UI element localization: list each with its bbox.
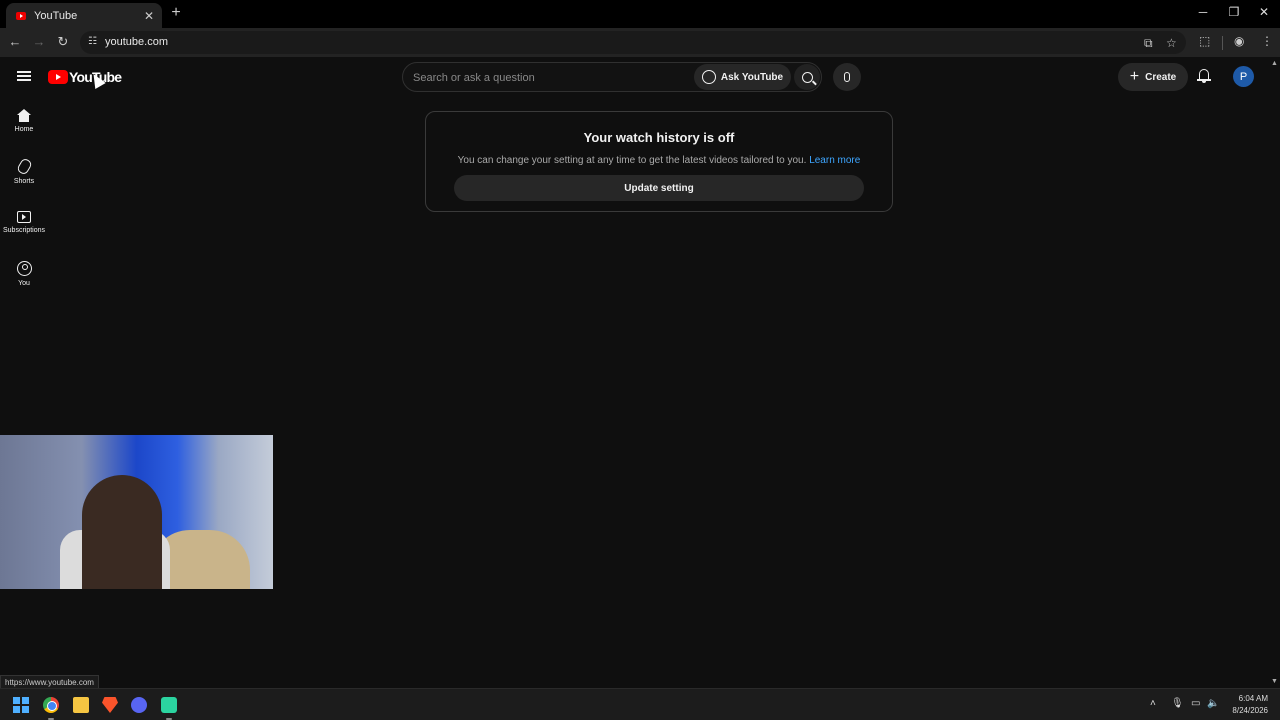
clock-date: 8/24/2026 [1232,706,1268,715]
learn-more-link[interactable]: Learn more [809,155,860,166]
youtube-logo[interactable]: YouTube [48,69,122,85]
tray-display-icon[interactable]: ▭ [1191,698,1200,709]
window-close-button[interactable]: ✕ [1254,5,1274,19]
taskbar-clock[interactable]: 6:04 AM 8/24/2026 [1226,693,1268,717]
profile-icon[interactable]: ◉ [1234,34,1244,48]
microphone-icon [844,72,850,82]
restore-button[interactable]: ❐ [1224,5,1244,19]
account-avatar[interactable]: P [1233,66,1254,87]
new-tab-button[interactable]: + [168,4,184,22]
home-icon [17,109,31,122]
create-button[interactable]: + Create [1118,63,1188,91]
browser-menu-icon[interactable]: ⋮ [1261,34,1273,48]
subscriptions-icon [17,211,31,223]
tab-close-icon[interactable]: ✕ [142,9,156,23]
discord-icon[interactable] [131,697,147,713]
watch-history-title: Your watch history is off [583,130,735,145]
brave-browser-icon[interactable] [102,697,118,713]
youtube-play-icon [48,70,68,84]
search-box: Ask YouTube [402,62,822,92]
install-app-icon[interactable]: ⧉ [1144,36,1153,51]
windows-start-icon[interactable] [13,697,29,713]
toolbar-divider [1222,36,1223,50]
watch-history-card: Your watch history is off You can change… [425,111,893,212]
back-button[interactable]: ← [7,34,23,49]
search-input[interactable] [413,70,683,86]
shorts-icon [15,157,33,176]
search-icon [801,71,813,83]
address-bar[interactable]: ☷ youtube.com ⧉ ☆ [80,31,1186,54]
tab-title: YouTube [34,9,78,22]
guide-menu-icon[interactable] [17,71,31,81]
bookmark-star-icon[interactable]: ☆ [1166,36,1177,50]
watch-history-description: You can change your setting at any time … [426,155,892,166]
voice-search-button[interactable] [833,63,861,91]
plus-icon: + [1129,68,1140,85]
scroll-down-arrow-icon[interactable]: ▼ [1271,678,1278,685]
sidebar-item-you[interactable]: You [0,261,48,287]
forward-button[interactable]: → [31,34,47,49]
browser-tab-strip: YouTube ✕ + ─ ❐ ✕ [0,0,1280,28]
tray-microphone-icon[interactable]: 🎙 [1171,698,1184,709]
minimize-button[interactable]: ─ [1193,5,1213,19]
watch-history-description-text: You can change your setting at any time … [457,155,807,166]
link-status-bubble: https://www.youtube.com [0,675,99,689]
you-icon [16,261,32,276]
sidebar-item-label: Home [14,126,34,133]
sidebar-item-label: You [18,280,30,287]
extensions-icon[interactable]: ⬚ [1199,34,1210,48]
browser-toolbar: ← → ↻ ☷ youtube.com ⧉ ☆ ⬚ ◉ ⋮ [0,28,1280,57]
search-button[interactable] [794,64,820,90]
app-icon[interactable] [161,697,177,713]
update-setting-button[interactable]: Update setting [454,175,864,201]
site-info-icon[interactable]: ☷ [88,36,97,47]
notifications-bell-icon[interactable] [1197,68,1211,84]
chrome-icon[interactable] [43,697,59,713]
sidebar-item-label: Shorts [13,178,35,185]
ask-youtube-label: Ask YouTube [720,71,784,83]
webcam-overlay [0,435,273,589]
address-url: youtube.com [105,36,168,48]
webcam-person [82,475,162,589]
ask-youtube-button[interactable]: Ask YouTube [694,64,791,90]
tray-volume-icon[interactable]: 🔈 [1207,698,1219,709]
sidebar-item-home[interactable]: Home [0,109,48,133]
windows-taskbar: ˄ 🎙 ▭ 🔈 6:04 AM 8/24/2026 [0,688,1280,720]
clock-time: 6:04 AM [1238,694,1268,703]
sparkle-icon [701,70,716,84]
sidebar-item-shorts[interactable]: Shorts [0,157,48,185]
tray-overflow-chevron-icon[interactable]: ˄ [1150,698,1156,709]
reload-button[interactable]: ↻ [55,34,71,50]
sidebar-item-label: Subscriptions [2,227,46,234]
youtube-favicon-icon [16,11,26,20]
create-label: Create [1145,71,1177,83]
browser-tab-youtube[interactable]: YouTube ✕ [6,3,162,28]
scroll-up-arrow-icon[interactable]: ▲ [1271,60,1278,67]
sidebar-item-subscriptions[interactable]: Subscriptions [0,211,48,234]
file-explorer-icon[interactable] [73,697,89,713]
